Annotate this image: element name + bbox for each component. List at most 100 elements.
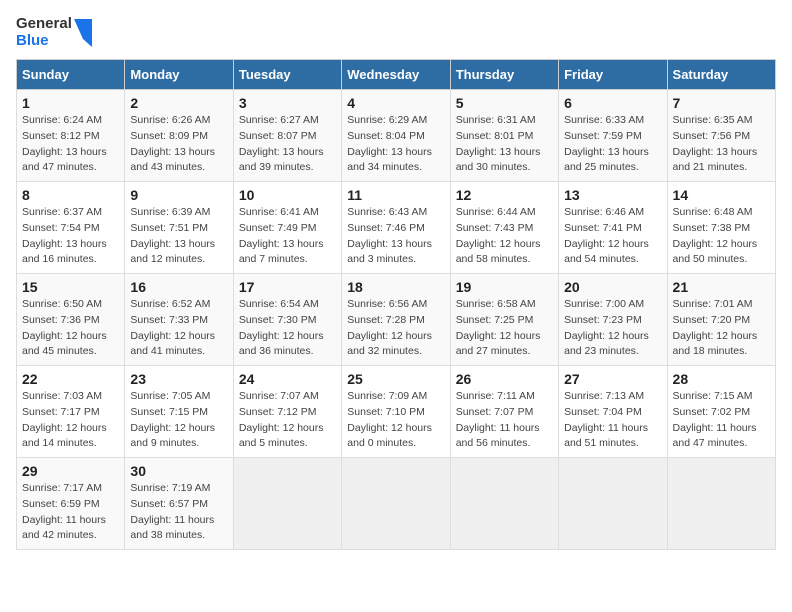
- day-detail: Sunrise: 6:50 AMSunset: 7:36 PMDaylight:…: [22, 297, 119, 360]
- calendar-cell: 23 Sunrise: 7:05 AMSunset: 7:15 PMDayligh…: [125, 366, 233, 458]
- calendar-week-5: 29 Sunrise: 7:17 AMSunset: 6:59 PMDayligh…: [17, 458, 776, 550]
- day-number: 14: [673, 187, 770, 203]
- calendar-cell: 6 Sunrise: 6:33 AMSunset: 7:59 PMDaylight…: [559, 90, 667, 182]
- calendar-cell: 16 Sunrise: 6:52 AMSunset: 7:33 PMDayligh…: [125, 274, 233, 366]
- day-detail: Sunrise: 7:13 AMSunset: 7:04 PMDaylight:…: [564, 389, 661, 452]
- day-number: 28: [673, 371, 770, 387]
- calendar-cell: 1 Sunrise: 6:24 AMSunset: 8:12 PMDaylight…: [17, 90, 125, 182]
- day-detail: Sunrise: 6:46 AMSunset: 7:41 PMDaylight:…: [564, 205, 661, 268]
- day-number: 5: [456, 95, 553, 111]
- calendar-cell: 2 Sunrise: 6:26 AMSunset: 8:09 PMDaylight…: [125, 90, 233, 182]
- calendar-week-2: 8 Sunrise: 6:37 AMSunset: 7:54 PMDaylight…: [17, 182, 776, 274]
- day-detail: Sunrise: 6:41 AMSunset: 7:49 PMDaylight:…: [239, 205, 336, 268]
- day-number: 16: [130, 279, 227, 295]
- day-number: 1: [22, 95, 119, 111]
- day-number: 19: [456, 279, 553, 295]
- day-detail: Sunrise: 6:26 AMSunset: 8:09 PMDaylight:…: [130, 113, 227, 176]
- logo-arrow: [74, 19, 92, 47]
- calendar-cell: [450, 458, 558, 550]
- calendar-cell: 26 Sunrise: 7:11 AMSunset: 7:07 PMDayligh…: [450, 366, 558, 458]
- calendar-week-1: 1 Sunrise: 6:24 AMSunset: 8:12 PMDaylight…: [17, 90, 776, 182]
- day-detail: Sunrise: 6:44 AMSunset: 7:43 PMDaylight:…: [456, 205, 553, 268]
- day-detail: Sunrise: 6:39 AMSunset: 7:51 PMDaylight:…: [130, 205, 227, 268]
- day-number: 18: [347, 279, 444, 295]
- day-number: 22: [22, 371, 119, 387]
- day-number: 25: [347, 371, 444, 387]
- day-detail: Sunrise: 7:05 AMSunset: 7:15 PMDaylight:…: [130, 389, 227, 452]
- calendar-cell: 9 Sunrise: 6:39 AMSunset: 7:51 PMDaylight…: [125, 182, 233, 274]
- day-detail: Sunrise: 6:58 AMSunset: 7:25 PMDaylight:…: [456, 297, 553, 360]
- calendar-cell: 29 Sunrise: 7:17 AMSunset: 6:59 PMDayligh…: [17, 458, 125, 550]
- day-detail: Sunrise: 6:43 AMSunset: 7:46 PMDaylight:…: [347, 205, 444, 268]
- day-detail: Sunrise: 7:15 AMSunset: 7:02 PMDaylight:…: [673, 389, 770, 452]
- day-detail: Sunrise: 6:52 AMSunset: 7:33 PMDaylight:…: [130, 297, 227, 360]
- weekday-header-thursday: Thursday: [450, 60, 558, 90]
- weekday-header-saturday: Saturday: [667, 60, 775, 90]
- calendar-cell: 11 Sunrise: 6:43 AMSunset: 7:46 PMDayligh…: [342, 182, 450, 274]
- day-number: 4: [347, 95, 444, 111]
- calendar-cell: 18Sunrise: 6:56 AMSunset: 7:28 PMDayligh…: [342, 274, 450, 366]
- day-number: 26: [456, 371, 553, 387]
- weekday-header-friday: Friday: [559, 60, 667, 90]
- day-number: 6: [564, 95, 661, 111]
- calendar-cell: 12 Sunrise: 6:44 AMSunset: 7:43 PMDayligh…: [450, 182, 558, 274]
- calendar-cell: [559, 458, 667, 550]
- day-number: 9: [130, 187, 227, 203]
- calendar-cell: 19 Sunrise: 6:58 AMSunset: 7:25 PMDayligh…: [450, 274, 558, 366]
- calendar-cell: 4 Sunrise: 6:29 AMSunset: 8:04 PMDaylight…: [342, 90, 450, 182]
- day-detail: Sunrise: 7:19 AMSunset: 6:57 PMDaylight:…: [130, 481, 227, 544]
- calendar-cell: 21Sunrise: 7:01 AMSunset: 7:20 PMDayligh…: [667, 274, 775, 366]
- calendar-cell: 25Sunrise: 7:09 AMSunset: 7:10 PMDayligh…: [342, 366, 450, 458]
- day-detail: Sunrise: 6:48 AMSunset: 7:38 PMDaylight:…: [673, 205, 770, 268]
- day-detail: Sunrise: 7:11 AMSunset: 7:07 PMDaylight:…: [456, 389, 553, 452]
- calendar-cell: 13Sunrise: 6:46 AMSunset: 7:41 PMDayligh…: [559, 182, 667, 274]
- day-detail: Sunrise: 6:35 AMSunset: 7:56 PMDaylight:…: [673, 113, 770, 176]
- calendar-cell: [233, 458, 341, 550]
- day-number: 29: [22, 463, 119, 479]
- day-number: 20: [564, 279, 661, 295]
- day-detail: Sunrise: 7:01 AMSunset: 7:20 PMDaylight:…: [673, 297, 770, 360]
- calendar-cell: 22 Sunrise: 7:03 AMSunset: 7:17 PMDayligh…: [17, 366, 125, 458]
- day-detail: Sunrise: 6:24 AMSunset: 8:12 PMDaylight:…: [22, 113, 119, 176]
- day-detail: Sunrise: 6:33 AMSunset: 7:59 PMDaylight:…: [564, 113, 661, 176]
- day-number: 3: [239, 95, 336, 111]
- day-detail: Sunrise: 6:37 AMSunset: 7:54 PMDaylight:…: [22, 205, 119, 268]
- day-number: 24: [239, 371, 336, 387]
- day-number: 8: [22, 187, 119, 203]
- day-detail: Sunrise: 7:00 AMSunset: 7:23 PMDaylight:…: [564, 297, 661, 360]
- day-number: 23: [130, 371, 227, 387]
- day-detail: Sunrise: 6:31 AMSunset: 8:01 PMDaylight:…: [456, 113, 553, 176]
- calendar-cell: 5 Sunrise: 6:31 AMSunset: 8:01 PMDaylight…: [450, 90, 558, 182]
- day-detail: Sunrise: 6:27 AMSunset: 8:07 PMDaylight:…: [239, 113, 336, 176]
- weekday-header-monday: Monday: [125, 60, 233, 90]
- weekday-header-tuesday: Tuesday: [233, 60, 341, 90]
- logo-blue: Blue: [16, 33, 72, 50]
- day-number: 10: [239, 187, 336, 203]
- calendar-cell: 8 Sunrise: 6:37 AMSunset: 7:54 PMDaylight…: [17, 182, 125, 274]
- day-number: 7: [673, 95, 770, 111]
- calendar-cell: 20 Sunrise: 7:00 AMSunset: 7:23 PMDayligh…: [559, 274, 667, 366]
- day-number: 30: [130, 463, 227, 479]
- day-number: 2: [130, 95, 227, 111]
- calendar-cell: 24 Sunrise: 7:07 AMSunset: 7:12 PMDayligh…: [233, 366, 341, 458]
- weekday-header-sunday: Sunday: [17, 60, 125, 90]
- logo-general: General: [16, 16, 72, 33]
- calendar-table: SundayMondayTuesdayWednesdayThursdayFrid…: [16, 59, 776, 550]
- day-number: 17: [239, 279, 336, 295]
- calendar-cell: [342, 458, 450, 550]
- calendar-cell: 15Sunrise: 6:50 AMSunset: 7:36 PMDayligh…: [17, 274, 125, 366]
- day-detail: Sunrise: 7:07 AMSunset: 7:12 PMDaylight:…: [239, 389, 336, 452]
- calendar-cell: [667, 458, 775, 550]
- calendar-cell: 3 Sunrise: 6:27 AMSunset: 8:07 PMDaylight…: [233, 90, 341, 182]
- header: General Blue: [16, 16, 776, 49]
- calendar-cell: 27 Sunrise: 7:13 AMSunset: 7:04 PMDayligh…: [559, 366, 667, 458]
- day-detail: Sunrise: 7:17 AMSunset: 6:59 PMDaylight:…: [22, 481, 119, 544]
- day-number: 27: [564, 371, 661, 387]
- calendar-cell: 7 Sunrise: 6:35 AMSunset: 7:56 PMDaylight…: [667, 90, 775, 182]
- day-detail: Sunrise: 7:03 AMSunset: 7:17 PMDaylight:…: [22, 389, 119, 452]
- calendar-cell: 14 Sunrise: 6:48 AMSunset: 7:38 PMDayligh…: [667, 182, 775, 274]
- day-number: 12: [456, 187, 553, 203]
- day-number: 11: [347, 187, 444, 203]
- calendar-cell: 10 Sunrise: 6:41 AMSunset: 7:49 PMDayligh…: [233, 182, 341, 274]
- day-detail: Sunrise: 6:29 AMSunset: 8:04 PMDaylight:…: [347, 113, 444, 176]
